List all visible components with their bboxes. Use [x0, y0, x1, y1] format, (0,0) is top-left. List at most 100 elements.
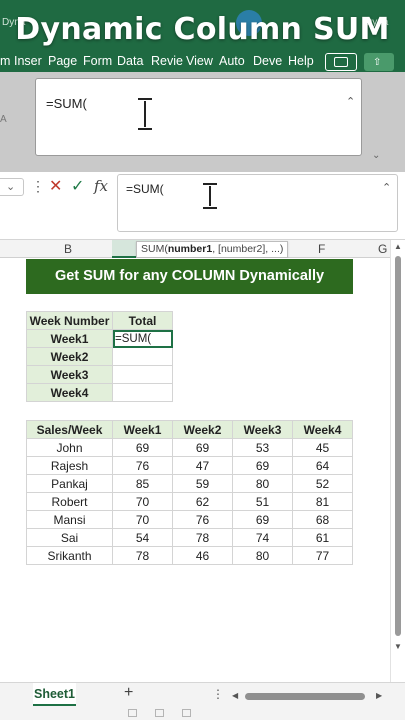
menu-item-view[interactable]: View — [186, 54, 213, 68]
value-cell[interactable]: 59 — [172, 474, 233, 493]
name-box[interactable]: ⌄ — [0, 178, 24, 196]
name-cell[interactable]: Srikanth — [26, 546, 113, 565]
insert-function-icon[interactable]: fx — [94, 177, 108, 195]
value-cell[interactable]: 62 — [172, 492, 233, 511]
value-cell[interactable]: 78 — [112, 546, 173, 565]
value-cell[interactable]: 69 — [232, 456, 293, 475]
total-cell[interactable] — [112, 347, 173, 366]
more-options-icon[interactable]: ⋮ — [212, 687, 224, 701]
value-cell[interactable]: 54 — [112, 528, 173, 547]
week-cell[interactable]: Week4 — [26, 383, 113, 402]
cancel-icon[interactable]: ✕ — [49, 176, 62, 196]
header-cell[interactable]: Week1 — [112, 420, 173, 439]
function-tooltip[interactable]: SUM(number1, [number2], ...) — [136, 241, 289, 258]
name-cell[interactable]: Pankaj — [26, 474, 113, 493]
header-cell[interactable]: Week2 — [172, 420, 233, 439]
horizontal-scrollbar-thumb[interactable] — [245, 693, 365, 700]
share-button[interactable]: ⇧ — [364, 53, 394, 71]
column-header-b[interactable]: B — [64, 242, 72, 256]
scroll-down-icon[interactable]: ▼ — [394, 642, 402, 651]
value-cell[interactable]: 74 — [232, 528, 293, 547]
scroll-up-icon[interactable]: ▲ — [394, 242, 402, 251]
chevron-down-icon[interactable]: ⌄ — [372, 150, 380, 161]
value-cell[interactable]: 69 — [172, 438, 233, 457]
sales-table: Sales/Week Week1 Week2 Week3 Week4 John … — [26, 420, 353, 565]
menu-item-developer[interactable]: Deve — [253, 54, 282, 68]
scrollbar-thumb[interactable] — [395, 256, 401, 636]
normal-view-icon[interactable] — [128, 709, 137, 717]
value-cell[interactable]: 80 — [232, 546, 293, 565]
value-cell[interactable]: 70 — [112, 492, 173, 511]
formula-input[interactable]: =SUM( ⌃ — [117, 174, 398, 232]
name-cell[interactable]: Robert — [26, 492, 113, 511]
collapse-icon[interactable]: ⌃ — [346, 95, 355, 108]
value-cell[interactable]: 52 — [292, 474, 353, 493]
name-cell[interactable]: John — [26, 438, 113, 457]
menu-item-automate[interactable]: Auto — [219, 54, 245, 68]
header-cell[interactable]: Sales/Week — [26, 420, 113, 439]
value-cell[interactable]: 46 — [172, 546, 233, 565]
vertical-scrollbar[interactable]: ▲ ▼ — [390, 240, 405, 682]
tooltip-active-argument: number1 — [167, 243, 213, 255]
value-cell[interactable]: 69 — [112, 438, 173, 457]
worksheet-grid[interactable]: Get SUM for any COLUMN Dynamically Week … — [0, 258, 390, 682]
header-cell[interactable]: Week Number — [26, 311, 113, 330]
value-cell[interactable]: 85 — [112, 474, 173, 493]
formula-zoom-preview: =SUM( ⌃ — [35, 78, 362, 156]
name-cell[interactable]: Rajesh — [26, 456, 113, 475]
value-cell[interactable]: 77 — [292, 546, 353, 565]
more-options-icon[interactable]: ⋮ — [31, 178, 45, 195]
scroll-left-icon[interactable]: ◀ — [232, 691, 238, 700]
week-cell[interactable]: Week2 — [26, 347, 113, 366]
value-cell[interactable]: 80 — [232, 474, 293, 493]
menu-item-help[interactable]: Help — [288, 54, 314, 68]
value-cell[interactable]: 78 — [172, 528, 233, 547]
header-cell[interactable]: Week3 — [232, 420, 293, 439]
active-cell[interactable]: =SUM( — [112, 329, 173, 348]
tab-sheet1[interactable]: Sheet1 — [33, 683, 76, 706]
name-cell[interactable]: Mansi — [26, 510, 113, 529]
scroll-right-icon[interactable]: ▶ — [376, 691, 382, 700]
menu-item-formulas[interactable]: Form — [83, 54, 112, 68]
menu-item-data[interactable]: Data — [117, 54, 143, 68]
formula-zoom-text: =SUM( — [46, 96, 87, 111]
header-cell[interactable]: Week4 — [292, 420, 353, 439]
header-cell[interactable]: Total — [112, 311, 173, 330]
value-cell[interactable]: 76 — [112, 456, 173, 475]
week-cell[interactable]: Week3 — [26, 365, 113, 384]
table-row: Robert 70 62 51 81 — [26, 492, 353, 511]
column-header-f[interactable]: F — [318, 242, 325, 256]
page-break-view-icon[interactable] — [182, 709, 191, 717]
value-cell[interactable]: 47 — [172, 456, 233, 475]
value-cell[interactable]: 70 — [112, 510, 173, 529]
total-cell[interactable] — [112, 383, 173, 402]
name-cell[interactable]: Sai — [26, 528, 113, 547]
value-cell[interactable]: 69 — [232, 510, 293, 529]
ribbon-menu-bar: m Inser Page Form Data Revie View Auto D… — [0, 52, 405, 72]
menu-item-insert[interactable]: Inser — [14, 54, 42, 68]
menu-item-page-layout[interactable]: Page — [48, 54, 77, 68]
column-header-g[interactable]: G — [378, 242, 387, 256]
menu-item-home[interactable]: m — [0, 54, 10, 68]
page-layout-view-icon[interactable] — [155, 709, 164, 717]
add-sheet-icon[interactable]: + — [124, 684, 133, 702]
menu-item-review[interactable]: Revie — [151, 54, 183, 68]
total-cell[interactable] — [112, 365, 173, 384]
text-cursor-icon — [202, 182, 218, 210]
value-cell[interactable]: 76 — [172, 510, 233, 529]
week-cell[interactable]: Week1 — [26, 329, 113, 348]
value-cell[interactable]: 45 — [292, 438, 353, 457]
table-row: Week3 — [26, 365, 173, 384]
value-cell[interactable]: 81 — [292, 492, 353, 511]
video-title: Dynamic Column SUM — [15, 12, 390, 47]
enter-check-icon[interactable]: ✓ — [71, 176, 84, 196]
value-cell[interactable]: 53 — [232, 438, 293, 457]
collapse-formula-bar-icon[interactable]: ⌃ — [382, 181, 391, 194]
value-cell[interactable]: 51 — [232, 492, 293, 511]
tooltip-other-arguments: , [number2], ...) — [212, 243, 284, 255]
value-cell[interactable]: 68 — [292, 510, 353, 529]
value-cell[interactable]: 64 — [292, 456, 353, 475]
table-header-row: Sales/Week Week1 Week2 Week3 Week4 — [26, 420, 353, 439]
value-cell[interactable]: 61 — [292, 528, 353, 547]
comments-button[interactable] — [325, 53, 357, 71]
